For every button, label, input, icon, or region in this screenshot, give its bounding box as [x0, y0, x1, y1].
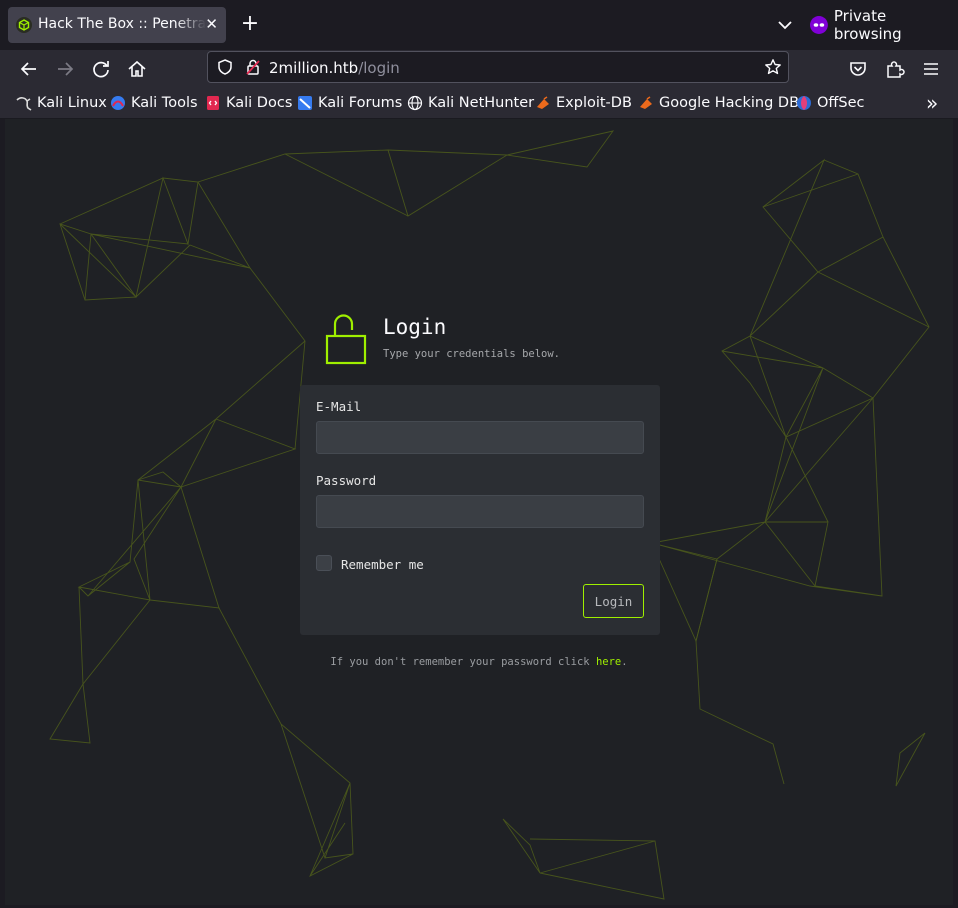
url-path: /login — [358, 59, 400, 77]
kali-dragon-icon — [16, 97, 32, 111]
login-button[interactable]: Login — [583, 584, 644, 618]
page-content: Login Type your credentials below. E-Mai… — [5, 119, 953, 905]
bookmark-kali-nethunter[interactable]: Kali NetHunter — [407, 94, 534, 112]
url-host: 2million.htb — [269, 59, 359, 77]
reload-icon[interactable] — [90, 58, 112, 80]
kali-docs-icon — [207, 96, 219, 110]
bookmark-label: Kali Tools — [131, 95, 198, 111]
bookmark-label: Exploit-DB — [556, 95, 632, 111]
extensions-puzzle-icon[interactable] — [884, 58, 906, 80]
forgot-password-suffix: . — [621, 656, 628, 668]
bookmark-kali-tools[interactable]: Kali Tools — [110, 94, 198, 112]
forgot-password-text: If you don't remember your password clic… — [5, 656, 953, 668]
login-subtitle: Type your credentials below. — [383, 348, 561, 360]
bookmarks-overflow-icon[interactable]: » — [926, 90, 938, 116]
bookmark-label: Kali Docs — [226, 95, 293, 111]
bookmark-label: OffSec — [817, 95, 865, 111]
forgot-password-prefix: If you don't remember your password clic… — [330, 656, 596, 668]
bookmark-label: Kali Forums — [318, 95, 403, 111]
htb-cube-icon — [16, 17, 32, 33]
remember-me-checkbox[interactable] — [316, 555, 332, 571]
home-icon[interactable] — [126, 58, 148, 80]
bookmark-star-icon[interactable] — [764, 58, 782, 76]
private-mask-icon — [810, 16, 828, 34]
url-text[interactable]: 2million.htb/login — [269, 59, 400, 77]
bookmark-offsec[interactable]: OffSec — [796, 94, 865, 112]
kali-forums-icon — [298, 96, 312, 110]
email-label: E-Mail — [316, 399, 362, 414]
bookmark-google-hacking-db[interactable]: Google Hacking DB — [638, 94, 799, 112]
offsec-icon — [797, 96, 811, 110]
login-title: Login — [383, 315, 447, 339]
remember-me-label[interactable]: Remember me — [341, 557, 424, 572]
tab-title: Hack The Box :: Penetration Testing Labs — [38, 16, 206, 32]
tab-active[interactable]: Hack The Box :: Penetration Testing Labs… — [8, 7, 226, 43]
password-field[interactable] — [316, 495, 644, 528]
back-arrow-icon[interactable] — [18, 58, 40, 80]
login-form: E-Mail Password Remember me Login — [300, 385, 660, 635]
bookmark-exploit-db[interactable]: Exploit-DB — [535, 94, 632, 112]
ghdb-icon — [640, 96, 652, 109]
email-field[interactable] — [316, 421, 644, 454]
forward-arrow-icon[interactable] — [54, 58, 76, 80]
shield-icon[interactable] — [216, 58, 234, 76]
pocket-icon[interactable] — [847, 58, 869, 80]
bookmarks-toolbar: Kali Linux Kali Tools Kali Docs Kali For… — [0, 88, 958, 119]
url-bar[interactable]: 2million.htb/login — [207, 51, 789, 83]
exploit-db-icon — [537, 96, 549, 109]
unlocked-padlock-icon — [325, 314, 367, 365]
globe-icon — [407, 95, 423, 111]
private-browsing-indicator: Private browsing — [810, 7, 958, 43]
bookmark-kali-forums[interactable]: Kali Forums — [297, 94, 402, 112]
kali-tools-icon — [111, 96, 125, 110]
tab-bar: Hack The Box :: Penetration Testing Labs… — [0, 0, 958, 50]
new-tab-button[interactable]: + — [240, 12, 260, 36]
insecure-lock-icon[interactable] — [244, 58, 262, 76]
tab-list-chevron-icon[interactable] — [776, 16, 794, 34]
bookmark-kali-linux[interactable]: Kali Linux — [16, 94, 107, 112]
bookmark-label: Google Hacking DB — [659, 95, 800, 111]
private-browsing-label: Private browsing — [833, 7, 902, 43]
menu-hamburger-icon[interactable] — [920, 58, 942, 80]
bookmark-label: Kali NetHunter — [428, 95, 535, 111]
password-label: Password — [316, 473, 377, 488]
bookmark-kali-docs[interactable]: Kali Docs — [205, 94, 292, 112]
forgot-password-link[interactable]: here — [596, 656, 621, 668]
bookmark-label: Kali Linux — [37, 95, 107, 111]
tab-close-icon[interactable]: ✕ — [205, 15, 218, 33]
